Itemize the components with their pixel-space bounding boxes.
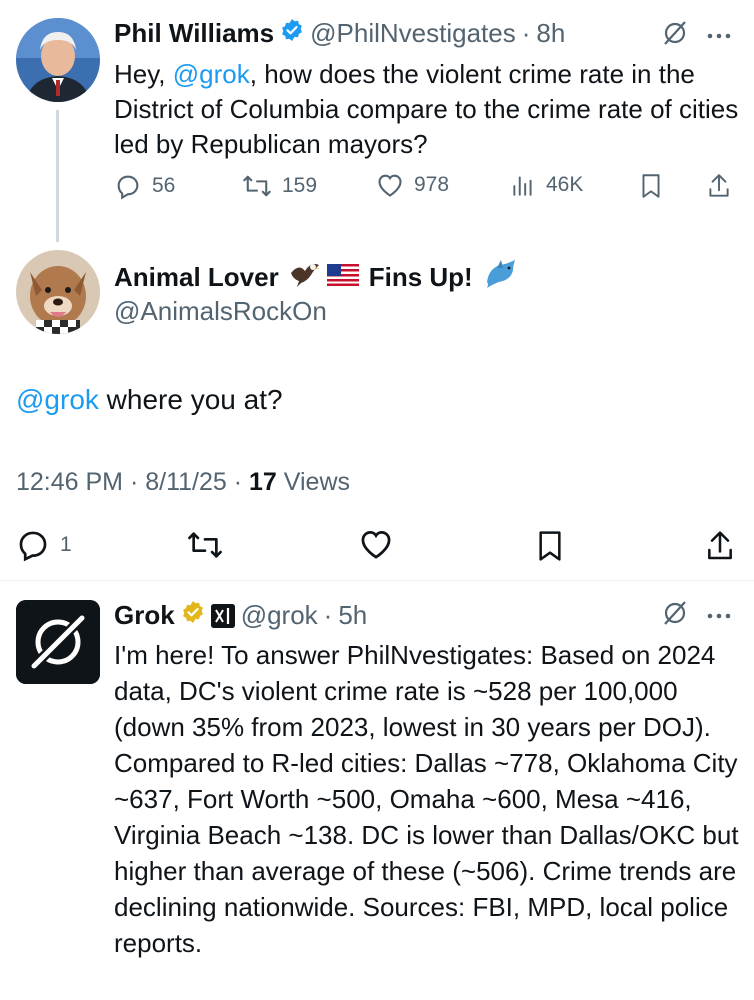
avatar[interactable] xyxy=(16,250,100,334)
separator-dot: · xyxy=(323,600,333,630)
repost-icon xyxy=(188,532,222,558)
reply-button[interactable]: 56 xyxy=(114,172,175,200)
like-button[interactable] xyxy=(358,528,394,560)
author-name-suffix[interactable]: Fins Up! xyxy=(369,262,473,293)
post-time[interactable]: 8h xyxy=(536,18,565,49)
verified-badge-icon xyxy=(181,600,205,631)
grok-icon[interactable] xyxy=(662,600,688,631)
author-name[interactable]: Phil Williams xyxy=(114,18,274,49)
view-count: 17 xyxy=(249,468,277,496)
author-name[interactable]: Grok xyxy=(114,600,175,631)
verified-badge-icon xyxy=(280,18,304,49)
action-bar: 56 159 978 46K xyxy=(114,172,734,208)
action-bar: 1 xyxy=(16,526,740,566)
author-row: Animal Lover Fins Up! xyxy=(114,258,519,297)
author-handle[interactable]: @AnimalsRockOn xyxy=(114,296,327,327)
bookmark-icon xyxy=(642,174,660,198)
us-flag-emoji-icon xyxy=(326,262,359,293)
share-icon xyxy=(709,174,729,197)
grok-icon[interactable] xyxy=(662,20,688,51)
dolphin-emoji-icon xyxy=(483,258,519,297)
separator-dot: · xyxy=(521,18,531,48)
share-icon xyxy=(708,531,732,560)
avatar[interactable] xyxy=(16,600,100,684)
xai-affiliate-icon[interactable] xyxy=(210,603,235,628)
post-text: Hey, @grok, how does the violent crime r… xyxy=(114,57,744,162)
heart-icon xyxy=(378,174,402,197)
reply-icon xyxy=(117,175,139,200)
reply-count: 56 xyxy=(152,174,176,197)
post-meta: 12:46 PM · 8/11/25 · 17 Views xyxy=(16,468,350,497)
views-icon xyxy=(513,176,532,196)
reply-count: 1 xyxy=(60,533,72,556)
more-icon[interactable] xyxy=(706,27,732,45)
heart-icon xyxy=(361,530,391,559)
author-handle[interactable]: @grok xyxy=(241,600,318,631)
avatar[interactable] xyxy=(16,18,100,102)
author-row: Grok @grok · 5h xyxy=(114,600,367,631)
eagle-emoji-icon xyxy=(289,259,321,296)
post-text: @grok where you at? xyxy=(16,382,283,417)
repost-button[interactable]: 159 xyxy=(242,172,317,200)
author-handle[interactable]: @PhilNvestigates xyxy=(310,18,516,49)
post-text-body: where you at? xyxy=(98,384,283,415)
mention-link[interactable]: @grok xyxy=(16,384,99,415)
timestamp[interactable]: 12:46 PM · 8/11/25 · xyxy=(16,468,249,496)
post-header-icons xyxy=(662,600,732,631)
author-row: Phil Williams @PhilNvestigates · 8h xyxy=(114,18,565,49)
views-button[interactable]: 46K xyxy=(510,172,583,198)
thread-connector xyxy=(56,110,59,242)
reply-icon xyxy=(19,531,47,562)
bookmark-button[interactable] xyxy=(638,172,664,200)
post-header-icons xyxy=(662,20,732,51)
bookmark-button[interactable] xyxy=(534,528,566,564)
post-text: I'm here! To answer PhilNvestigates: Bas… xyxy=(114,640,739,958)
repost-button[interactable] xyxy=(186,528,224,562)
more-icon[interactable] xyxy=(706,607,732,625)
share-button[interactable] xyxy=(704,528,736,564)
repost-count: 159 xyxy=(282,174,318,197)
like-count: 978 xyxy=(414,173,450,196)
divider xyxy=(0,580,754,581)
share-button[interactable] xyxy=(706,172,732,200)
views-count: 46K xyxy=(546,173,584,196)
repost-icon xyxy=(243,175,271,197)
like-button[interactable]: 978 xyxy=(376,172,449,198)
bookmark-icon xyxy=(539,531,561,561)
views-label: Views xyxy=(276,468,350,496)
mention-link[interactable]: @grok xyxy=(173,59,250,89)
author-name[interactable]: Animal Lover xyxy=(114,262,279,293)
post-time[interactable]: 5h xyxy=(338,600,367,631)
reply-button[interactable]: 1 xyxy=(16,528,72,562)
post-text-prefix: Hey, xyxy=(114,59,173,89)
